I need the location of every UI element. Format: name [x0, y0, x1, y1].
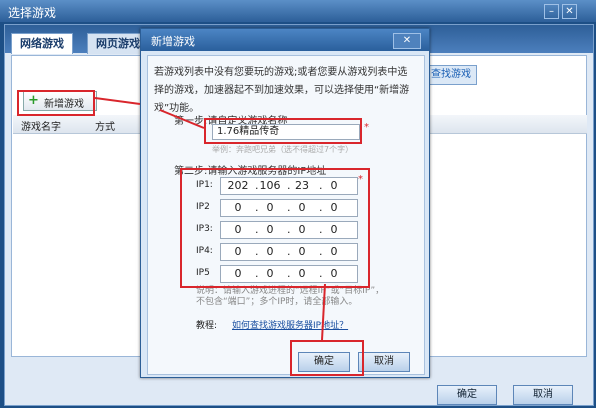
arrow-line-3: [321, 283, 326, 341]
annotation-arrows: [94, 97, 326, 341]
arrow-line-2: [159, 109, 205, 129]
arrow-line-1: [94, 97, 141, 105]
